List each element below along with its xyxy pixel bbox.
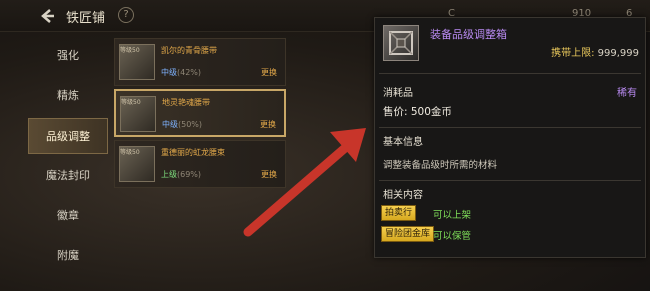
divider <box>379 73 641 74</box>
tooltip-item-name: 装备品级调整箱 <box>430 28 507 41</box>
item-description: 调整装备品级时所需的材料 <box>383 160 498 171</box>
item-box-icon <box>383 25 419 61</box>
divider <box>379 127 641 128</box>
vault-note: 可以保管 <box>433 231 472 242</box>
divider <box>379 180 641 181</box>
item-price: 售价: 500金币 <box>383 106 452 118</box>
section-related: 相关内容 <box>383 190 423 201</box>
section-basic-info: 基本信息 <box>383 137 423 148</box>
item-rarity: 稀有 <box>617 88 637 99</box>
auction-house-tag[interactable]: 拍卖行 <box>381 205 417 221</box>
auction-note: 可以上架 <box>433 210 472 221</box>
item-type: 消耗品 <box>383 88 413 99</box>
item-tooltip: 装备品级调整箱 携带上限: 999,999 消耗品 稀有 售价: 500金币 基… <box>374 17 646 258</box>
carry-limit: 携带上限: 999,999 <box>551 48 639 59</box>
guild-vault-tag[interactable]: 冒险团金库 <box>381 226 435 242</box>
